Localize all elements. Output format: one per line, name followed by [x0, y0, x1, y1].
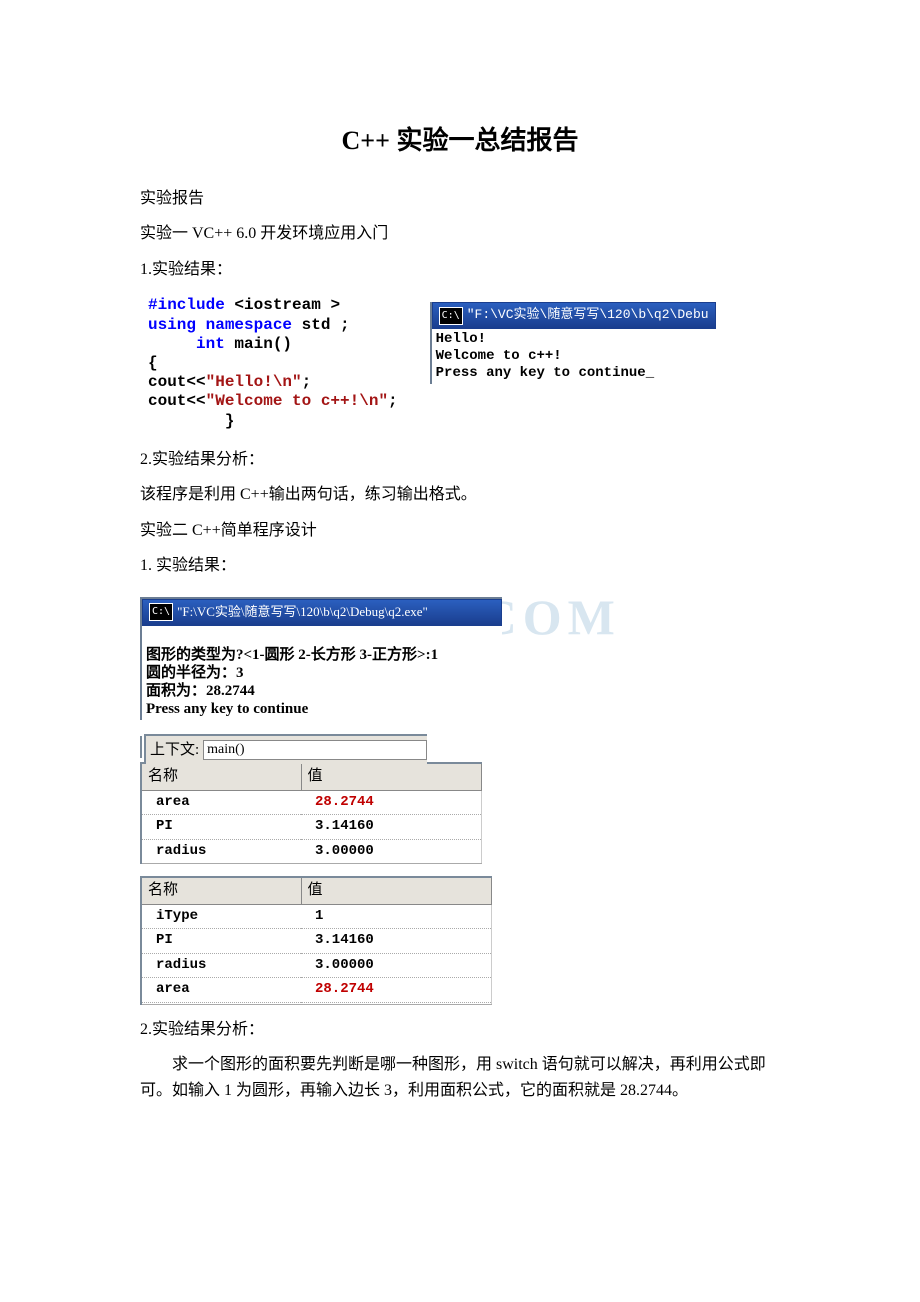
- col-name-header: 名称: [141, 877, 301, 905]
- label-analysis1: 2.实验结果分析：: [140, 447, 780, 473]
- variables-table-2: 名称 值 iType1PI3.14160radius3.00000area28.…: [140, 876, 492, 1005]
- console-line: 面积为：28.2744: [146, 683, 255, 699]
- console-output: 图形的类型为?<1-圆形 2-长方形 3-正方形>:1 圆的半径为：3 面积为：…: [142, 626, 502, 720]
- code-line: int: [148, 335, 225, 353]
- label-result1: 1.实验结果：: [140, 257, 780, 283]
- var-name: area: [141, 790, 301, 814]
- heading-report: 实验报告: [140, 186, 780, 212]
- variables-table-1: 名称 值 area28.2744PI3.14160radius3.00000: [140, 762, 482, 864]
- table-row: [141, 1002, 491, 1004]
- var-value: 3.00000: [301, 953, 491, 977]
- label-analysis2: 2.实验结果分析：: [140, 1017, 780, 1043]
- var-value: 1: [301, 905, 491, 929]
- code-line: cout<<: [148, 373, 206, 391]
- code-line: }: [148, 412, 234, 430]
- var-name: radius: [141, 839, 301, 863]
- table-row: radius3.00000: [141, 839, 481, 863]
- code-line: cout<<: [148, 392, 206, 410]
- table-row: PI3.14160: [141, 815, 481, 839]
- code-and-output-row: #include <iostream > using namespace std…: [140, 292, 780, 434]
- context-input[interactable]: [203, 740, 427, 760]
- table-row: area28.2744: [141, 978, 491, 1002]
- code-line: <iostream >: [234, 296, 340, 314]
- code-line: ;: [302, 373, 312, 391]
- var-name: [141, 1002, 301, 1004]
- source-code-block: #include <iostream > using namespace std…: [140, 292, 410, 434]
- var-name: PI: [141, 815, 301, 839]
- var-name: PI: [141, 929, 301, 953]
- heading-exp2: 实验二 C++简单程序设计: [140, 518, 780, 544]
- code-line: {: [148, 354, 158, 372]
- panel-edge: [140, 736, 146, 758]
- page-title: C++ 实验一总结报告: [140, 120, 780, 162]
- col-name-header: 名称: [141, 763, 301, 791]
- console-title-text: "F:\VC实验\随意写写\120\b\q2\Debug\q2.exe": [177, 602, 428, 623]
- var-name: area: [141, 978, 301, 1002]
- cmd-icon: C:\: [149, 603, 173, 621]
- console-window-1: C:\ "F:\VC实验\随意写写\120\b\q2\Debu Hello! W…: [430, 302, 716, 383]
- col-value-header: 值: [301, 763, 481, 791]
- console-title-text: "F:\VC实验\随意写写\120\b\q2\Debu: [467, 305, 709, 326]
- code-line: "Hello!\n": [206, 373, 302, 391]
- table-row: PI3.14160: [141, 929, 491, 953]
- col-value-header: 值: [301, 877, 491, 905]
- console-line: 圆的半径为：3: [146, 665, 244, 681]
- table-row: area28.2744: [141, 790, 481, 814]
- code-line: using namespace: [148, 316, 302, 334]
- text-analysis1: 该程序是利用 C++输出两句话，练习输出格式。: [140, 482, 780, 508]
- heading-exp1: 实验一 VC++ 6.0 开发环境应用入门: [140, 221, 780, 247]
- table-row: radius3.00000: [141, 953, 491, 977]
- var-value: [301, 1002, 491, 1004]
- var-name: radius: [141, 953, 301, 977]
- console-titlebar: C:\ "F:\VC实验\随意写写\120\b\q2\Debu: [432, 302, 716, 329]
- console-line: Press any key to continue: [146, 701, 308, 717]
- context-row: 上下文:: [144, 734, 427, 764]
- console-line: 图形的类型为?<1-圆形 2-长方形 3-正方形>:1: [146, 647, 438, 663]
- context-label: 上下文:: [146, 736, 203, 764]
- label-result2: 1. 实验结果：: [140, 553, 780, 579]
- code-line: std ;: [302, 316, 350, 334]
- var-value: 3.00000: [301, 839, 481, 863]
- console-window-2: C:\ "F:\VC实验\随意写写\120\b\q2\Debug\q2.exe"…: [140, 597, 502, 720]
- cmd-icon: C:\: [439, 307, 463, 325]
- var-value: 3.14160: [301, 815, 481, 839]
- console-output: Hello! Welcome to c++! Press any key to …: [432, 329, 716, 383]
- code-line: ;: [388, 392, 398, 410]
- code-line: #include: [148, 296, 234, 314]
- var-value: 28.2744: [301, 790, 481, 814]
- var-value: 3.14160: [301, 929, 491, 953]
- console-titlebar: C:\ "F:\VC实验\随意写写\120\b\q2\Debug\q2.exe": [142, 599, 502, 626]
- code-line: main(): [225, 335, 292, 353]
- table-row: iType1: [141, 905, 491, 929]
- var-value: 28.2744: [301, 978, 491, 1002]
- text-analysis2: 求一个图形的面积要先判断是哪一种图形，用 switch 语句就可以解决，再利用公…: [140, 1052, 780, 1103]
- var-name: iType: [141, 905, 301, 929]
- code-line: "Welcome to c++!\n": [206, 392, 388, 410]
